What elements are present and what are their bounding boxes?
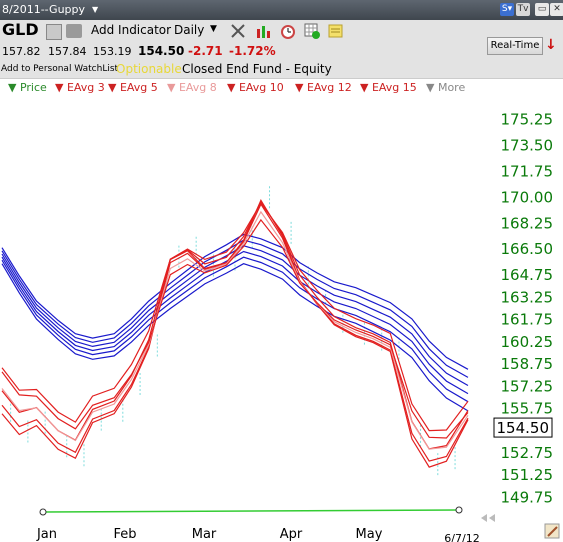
y-tick-label: 155.75 <box>501 400 554 418</box>
y-tick-label: 170.00 <box>501 188 554 206</box>
short-term-ema-line <box>1 202 469 432</box>
add-indicator-button[interactable]: Add Indicator <box>91 23 171 37</box>
period-dropdown-icon[interactable]: ▼ <box>210 24 217 34</box>
symbol-label[interactable]: GLD <box>2 20 39 39</box>
optionable-link[interactable]: Optionable <box>116 62 182 76</box>
short-term-ema-line <box>1 200 469 450</box>
y-tick-label: 149.75 <box>501 488 554 506</box>
period-select[interactable]: Daily <box>174 23 204 37</box>
y-tick-label: 152.75 <box>501 444 554 462</box>
note-icon[interactable] <box>328 23 344 43</box>
legend-item-more[interactable]: ▼ More <box>426 81 465 94</box>
price-chart: 175.25 173.50 171.75 170.00 168.25 166.50 164.… <box>1 111 560 542</box>
y-tick-label: 151.25 <box>501 466 554 484</box>
down-arrow-icon: ↓ <box>545 37 557 53</box>
quote-last: 154.50 <box>138 44 185 58</box>
y-tick-label: 175.25 <box>501 111 554 129</box>
symbol-search-icon[interactable] <box>46 24 62 40</box>
indicator-legend: ▼ Price ▼ EAvg 3 ▼ EAvg 5 ▼ EAvg 8 ▼ EAvg 10… <box>0 78 563 97</box>
baseline-line <box>42 509 460 513</box>
s-menu-icon[interactable]: S▾ <box>500 3 514 16</box>
quote-low: 153.19 <box>93 45 132 58</box>
legend-item-eavg-8[interactable]: ▼ EAvg 8 <box>167 81 217 94</box>
close-icon[interactable]: ✕ <box>550 3 563 16</box>
y-tick-label: 173.50 <box>501 136 554 154</box>
y-tick-label: 163.25 <box>501 288 554 306</box>
legend-item-price[interactable]: ▼ Price <box>8 81 47 94</box>
quote-change: -2.71 <box>188 44 223 58</box>
print-icon[interactable] <box>66 24 82 38</box>
baseline-end-handle <box>455 506 463 514</box>
legend-item-eavg-15[interactable]: ▼ EAvg 15 <box>360 81 417 94</box>
x-tick-label: Jan <box>36 527 57 542</box>
y-tick-label: 166.50 <box>501 240 554 258</box>
scroll-left-icon <box>481 514 487 522</box>
scroll-right-icon <box>489 514 495 522</box>
alarm-icon[interactable] <box>280 23 296 43</box>
legend-item-eavg-3[interactable]: ▼ EAvg 3 <box>55 81 105 94</box>
tv-icon[interactable]: Tv <box>516 3 530 16</box>
date-label: 6/7/12 <box>444 532 479 542</box>
edit-pencil-icon[interactable] <box>544 523 560 539</box>
x-tick-label: Apr <box>280 527 303 542</box>
window-title: 8/2011--Guppy <box>2 3 86 16</box>
chart-type-icon[interactable] <box>256 23 272 43</box>
fund-type-label: Closed End Fund - Equity <box>182 62 332 76</box>
y-tick-label: 164.75 <box>501 266 554 284</box>
y-tick-label: 160.25 <box>501 333 554 351</box>
watchlist-link[interactable]: Add to Personal WatchList <box>1 64 118 74</box>
y-tick-label: 171.75 <box>501 162 554 180</box>
realtime-button[interactable]: Real-Time <box>487 37 543 55</box>
toolbar: GLD Add Indicator Daily ▼ 157.82 157.84 … <box>0 20 563 78</box>
y-tick-label: 161.75 <box>501 311 554 329</box>
y-tick-label: 157.25 <box>501 377 554 395</box>
grid-add-icon[interactable] <box>304 23 320 43</box>
quote-high: 157.84 <box>48 45 87 58</box>
legend-item-eavg-10[interactable]: ▼ EAvg 10 <box>227 81 284 94</box>
baseline-start-handle <box>39 508 47 516</box>
legend-item-eavg-12[interactable]: ▼ EAvg 12 <box>295 81 352 94</box>
quote-open: 157.82 <box>2 45 41 58</box>
y-tick-label: 168.25 <box>501 214 554 232</box>
x-tick-label: Mar <box>192 527 217 542</box>
legend-item-eavg-5[interactable]: ▼ EAvg 5 <box>108 81 158 94</box>
quote-change-pct: -1.72% <box>229 44 276 58</box>
tools-icon[interactable] <box>230 23 246 43</box>
current-price-label: 154.50 <box>497 419 550 437</box>
minimize-icon[interactable]: ▭ <box>535 3 549 16</box>
y-tick-label: 158.75 <box>501 355 554 373</box>
title-dropdown-icon[interactable]: ▼ <box>92 5 98 14</box>
x-tick-label: Feb <box>113 527 136 542</box>
title-bar: 8/2011--Guppy ▼ S▾ Tv ▭ ✕ <box>0 0 563 20</box>
x-tick-label: May <box>356 527 383 542</box>
